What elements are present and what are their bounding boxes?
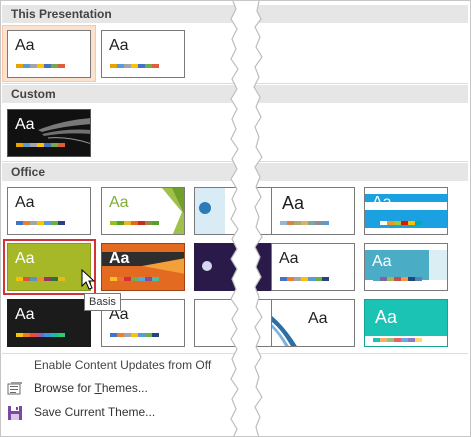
theme-office-wisp[interactable]: Aa [271, 299, 355, 347]
color-bar [373, 338, 422, 342]
theme-glyph: Aa [282, 193, 305, 213]
theme-glyph: Aa [109, 194, 129, 211]
theme-glyph: Aa [109, 37, 129, 54]
color-bar [110, 221, 159, 225]
theme-glyph: Aa [15, 250, 35, 267]
theme-office-retrospect[interactable]: Aa [271, 243, 355, 291]
theme-office-teal[interactable]: Aa [364, 299, 448, 347]
torn-paper-edge [230, 1, 263, 436]
browse-for-themes-label: Browse for Themes... [34, 381, 148, 395]
theme-office-blank[interactable]: Aa [7, 187, 91, 235]
theme-this-presentation-1[interactable]: Aa [7, 30, 91, 78]
theme-glyph: Aa [372, 253, 392, 270]
theme-office-facet[interactable]: Aa [101, 187, 185, 235]
theme-office-celestial[interactable]: Aa [101, 243, 185, 291]
color-bar [373, 221, 422, 225]
theme-office-basis[interactable]: Aa [7, 243, 91, 291]
theme-tooltip: Basis [84, 293, 121, 311]
theme-custom-1[interactable]: Aa [7, 109, 91, 157]
theme-glyph: Aa [375, 307, 398, 327]
mouse-pointer-icon [81, 269, 95, 290]
theme-office-wisp-blue[interactable]: Aa [364, 187, 448, 235]
enable-content-updates-label: Enable Content Updates from Off [34, 358, 212, 372]
color-bar [280, 221, 329, 225]
theme-glyph: Aa [279, 250, 299, 267]
theme-office-dark[interactable]: Aa [7, 299, 91, 347]
theme-glyph: Aa [308, 310, 328, 327]
theme-glyph: Aa [15, 194, 35, 211]
color-bar [16, 221, 65, 225]
color-bar [373, 277, 422, 281]
color-bar [16, 143, 65, 147]
theme-office-ion-boardroom[interactable]: Aa [271, 187, 355, 235]
theme-office-slice[interactable]: Aa [364, 243, 448, 291]
color-bar [280, 277, 329, 281]
folder-browse-icon [7, 382, 22, 395]
save-icon [8, 406, 22, 420]
color-bar [16, 64, 65, 68]
color-bar [16, 277, 65, 281]
theme-this-presentation-2[interactable]: Aa [101, 30, 185, 78]
save-current-theme-label: Save Current Theme... [34, 405, 156, 419]
color-bar [110, 64, 159, 68]
theme-glyph: Aa [15, 306, 35, 323]
theme-glyph: Aa [15, 37, 35, 54]
theme-gallery: This Presentation Aa Aa Custom Aa Office… [0, 0, 471, 437]
color-bar [16, 333, 65, 337]
theme-glyph: Aa [109, 250, 130, 267]
color-bar [110, 277, 159, 281]
theme-glyph: Aa [372, 194, 392, 211]
theme-glyph: Aa [15, 116, 35, 133]
color-bar [110, 333, 159, 337]
